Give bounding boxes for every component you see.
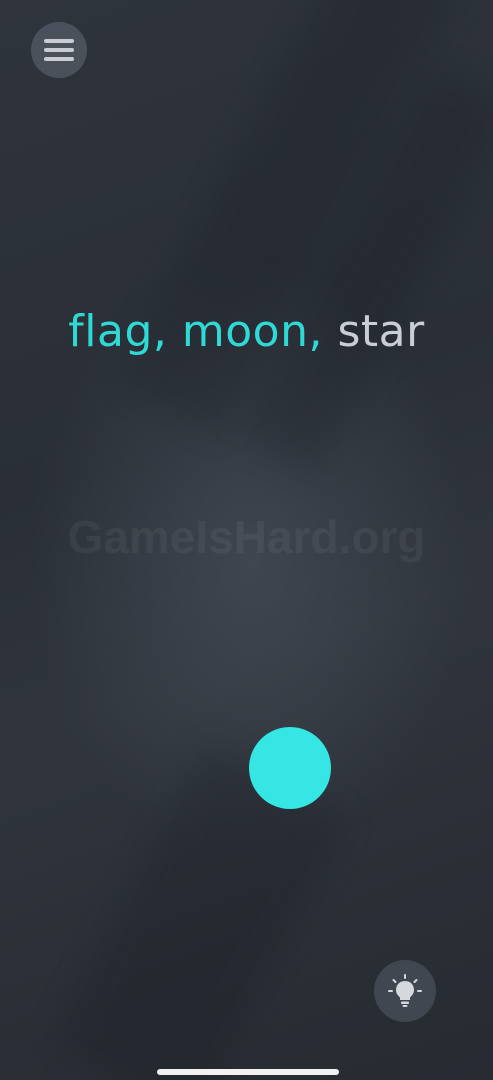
word-list: flag, moon, star	[0, 306, 493, 357]
hamburger-menu-icon	[44, 39, 74, 61]
menu-button[interactable]	[31, 22, 87, 78]
word-found: flag,	[68, 306, 168, 357]
game-screen: flag, moon, star GameIsHard.org	[0, 0, 493, 1080]
watermark: GameIsHard.org	[67, 511, 426, 563]
word-found: moon,	[181, 306, 323, 357]
home-indicator[interactable]	[157, 1069, 339, 1075]
hint-button[interactable]	[374, 960, 436, 1022]
word-pending: star	[337, 306, 425, 357]
tap-target-dot[interactable]	[249, 727, 331, 809]
lightbulb-icon	[388, 974, 422, 1007]
